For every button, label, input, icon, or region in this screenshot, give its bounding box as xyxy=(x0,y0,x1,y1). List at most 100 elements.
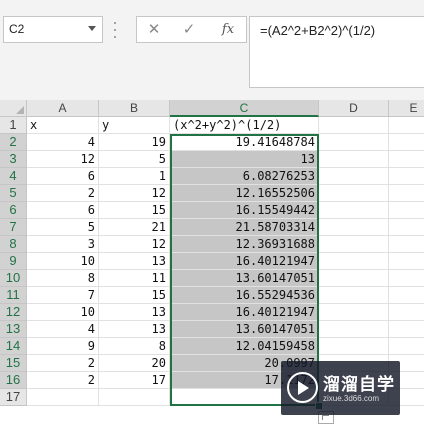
cell-e9[interactable] xyxy=(389,253,424,270)
cell-a17[interactable] xyxy=(27,389,99,406)
cell-d11[interactable] xyxy=(319,287,389,304)
cell-b5[interactable]: 12 xyxy=(99,185,170,202)
cell-e12[interactable] xyxy=(389,304,424,321)
cell-e4[interactable] xyxy=(389,168,424,185)
column-header-a[interactable]: A xyxy=(27,100,99,117)
row-header-4[interactable]: 4 xyxy=(0,168,27,185)
row-header-3[interactable]: 3 xyxy=(0,151,27,168)
select-all-button[interactable] xyxy=(0,100,27,117)
column-header-d[interactable]: D xyxy=(319,100,389,117)
row-header-17[interactable]: 17 xyxy=(0,389,27,406)
cell-e2[interactable] xyxy=(389,134,424,151)
cell-d14[interactable] xyxy=(319,338,389,355)
column-header-e[interactable]: E xyxy=(389,100,424,117)
row-header-16[interactable]: 16 xyxy=(0,372,27,389)
row-header-9[interactable]: 9 xyxy=(0,253,27,270)
cell-b12[interactable]: 13 xyxy=(99,304,170,321)
cell-b1[interactable]: y xyxy=(99,117,170,134)
cell-a13[interactable]: 4 xyxy=(27,321,99,338)
cell-b10[interactable]: 11 xyxy=(99,270,170,287)
cell-c11[interactable]: 16.55294536 xyxy=(170,287,319,304)
cell-a5[interactable]: 2 xyxy=(27,185,99,202)
cell-d13[interactable] xyxy=(319,321,389,338)
cell-b2[interactable]: 19 xyxy=(99,134,170,151)
cell-b4[interactable]: 1 xyxy=(99,168,170,185)
row-header-6[interactable]: 6 xyxy=(0,202,27,219)
row-header-13[interactable]: 13 xyxy=(0,321,27,338)
cell-c6[interactable]: 16.15549442 xyxy=(170,202,319,219)
cell-e14[interactable] xyxy=(389,338,424,355)
name-box[interactable]: C2 xyxy=(3,16,103,43)
cell-e8[interactable] xyxy=(389,236,424,253)
cell-b9[interactable]: 13 xyxy=(99,253,170,270)
cell-c8[interactable]: 12.36931688 xyxy=(170,236,319,253)
cell-e6[interactable] xyxy=(389,202,424,219)
cell-a8[interactable]: 3 xyxy=(27,236,99,253)
row-header-12[interactable]: 12 xyxy=(0,304,27,321)
cell-a7[interactable]: 5 xyxy=(27,219,99,236)
row-header-2[interactable]: 2 xyxy=(0,134,27,151)
cell-d9[interactable] xyxy=(319,253,389,270)
cell-d4[interactable] xyxy=(319,168,389,185)
cell-d5[interactable] xyxy=(319,185,389,202)
cell-d8[interactable] xyxy=(319,236,389,253)
row-header-7[interactable]: 7 xyxy=(0,219,27,236)
cell-a6[interactable]: 6 xyxy=(27,202,99,219)
cell-a1[interactable]: x xyxy=(27,117,99,134)
cell-b3[interactable]: 5 xyxy=(99,151,170,168)
row-header-8[interactable]: 8 xyxy=(0,236,27,253)
cell-e5[interactable] xyxy=(389,185,424,202)
cell-e3[interactable] xyxy=(389,151,424,168)
formula-bar-resize-handle[interactable] xyxy=(113,22,117,38)
cell-e13[interactable] xyxy=(389,321,424,338)
cell-a15[interactable]: 2 xyxy=(27,355,99,372)
cell-a2[interactable]: 4 xyxy=(27,134,99,151)
chevron-down-icon[interactable] xyxy=(88,26,96,31)
cell-b15[interactable]: 20 xyxy=(99,355,170,372)
cell-a12[interactable]: 10 xyxy=(27,304,99,321)
cell-c13[interactable]: 13.60147051 xyxy=(170,321,319,338)
cell-e1[interactable] xyxy=(389,117,424,134)
cell-c7[interactable]: 21.58703314 xyxy=(170,219,319,236)
cell-d1[interactable] xyxy=(319,117,389,134)
cell-b8[interactable]: 12 xyxy=(99,236,170,253)
cell-c4[interactable]: 6.08276253 xyxy=(170,168,319,185)
cell-c3[interactable]: 13 xyxy=(170,151,319,168)
row-header-10[interactable]: 10 xyxy=(0,270,27,287)
cell-a16[interactable]: 2 xyxy=(27,372,99,389)
cell-b17[interactable] xyxy=(99,389,170,406)
row-header-1[interactable]: 1 xyxy=(0,117,27,134)
cell-b16[interactable]: 17 xyxy=(99,372,170,389)
cell-d10[interactable] xyxy=(319,270,389,287)
cancel-icon[interactable]: ✕ xyxy=(139,17,169,42)
enter-icon[interactable]: ✓ xyxy=(174,17,204,42)
row-header-15[interactable]: 15 xyxy=(0,355,27,372)
column-header-b[interactable]: B xyxy=(99,100,170,117)
row-header-14[interactable]: 14 xyxy=(0,338,27,355)
cell-a4[interactable]: 6 xyxy=(27,168,99,185)
cell-d2[interactable] xyxy=(319,134,389,151)
formula-bar-input[interactable]: =(A2^2+B2^2)^(1/2) xyxy=(249,16,424,88)
cell-c5[interactable]: 12.16552506 xyxy=(170,185,319,202)
cell-a11[interactable]: 7 xyxy=(27,287,99,304)
cell-c9[interactable]: 16.40121947 xyxy=(170,253,319,270)
column-header-c[interactable]: C xyxy=(170,100,319,117)
cell-e7[interactable] xyxy=(389,219,424,236)
cell-d12[interactable] xyxy=(319,304,389,321)
cell-a9[interactable]: 10 xyxy=(27,253,99,270)
row-header-5[interactable]: 5 xyxy=(0,185,27,202)
cell-b13[interactable]: 13 xyxy=(99,321,170,338)
cell-c1[interactable]: (x^2+y^2)^(1/2) xyxy=(170,117,319,134)
cell-b14[interactable]: 8 xyxy=(99,338,170,355)
cell-b7[interactable]: 21 xyxy=(99,219,170,236)
cell-a3[interactable]: 12 xyxy=(27,151,99,168)
cell-c12[interactable]: 16.40121947 xyxy=(170,304,319,321)
cell-d7[interactable] xyxy=(319,219,389,236)
cell-c2[interactable]: 19.41648784 xyxy=(170,134,319,151)
cell-e10[interactable] xyxy=(389,270,424,287)
insert-function-icon[interactable]: fx xyxy=(213,17,243,42)
cell-d3[interactable] xyxy=(319,151,389,168)
cell-a14[interactable]: 9 xyxy=(27,338,99,355)
cell-b11[interactable]: 15 xyxy=(99,287,170,304)
cell-a10[interactable]: 8 xyxy=(27,270,99,287)
